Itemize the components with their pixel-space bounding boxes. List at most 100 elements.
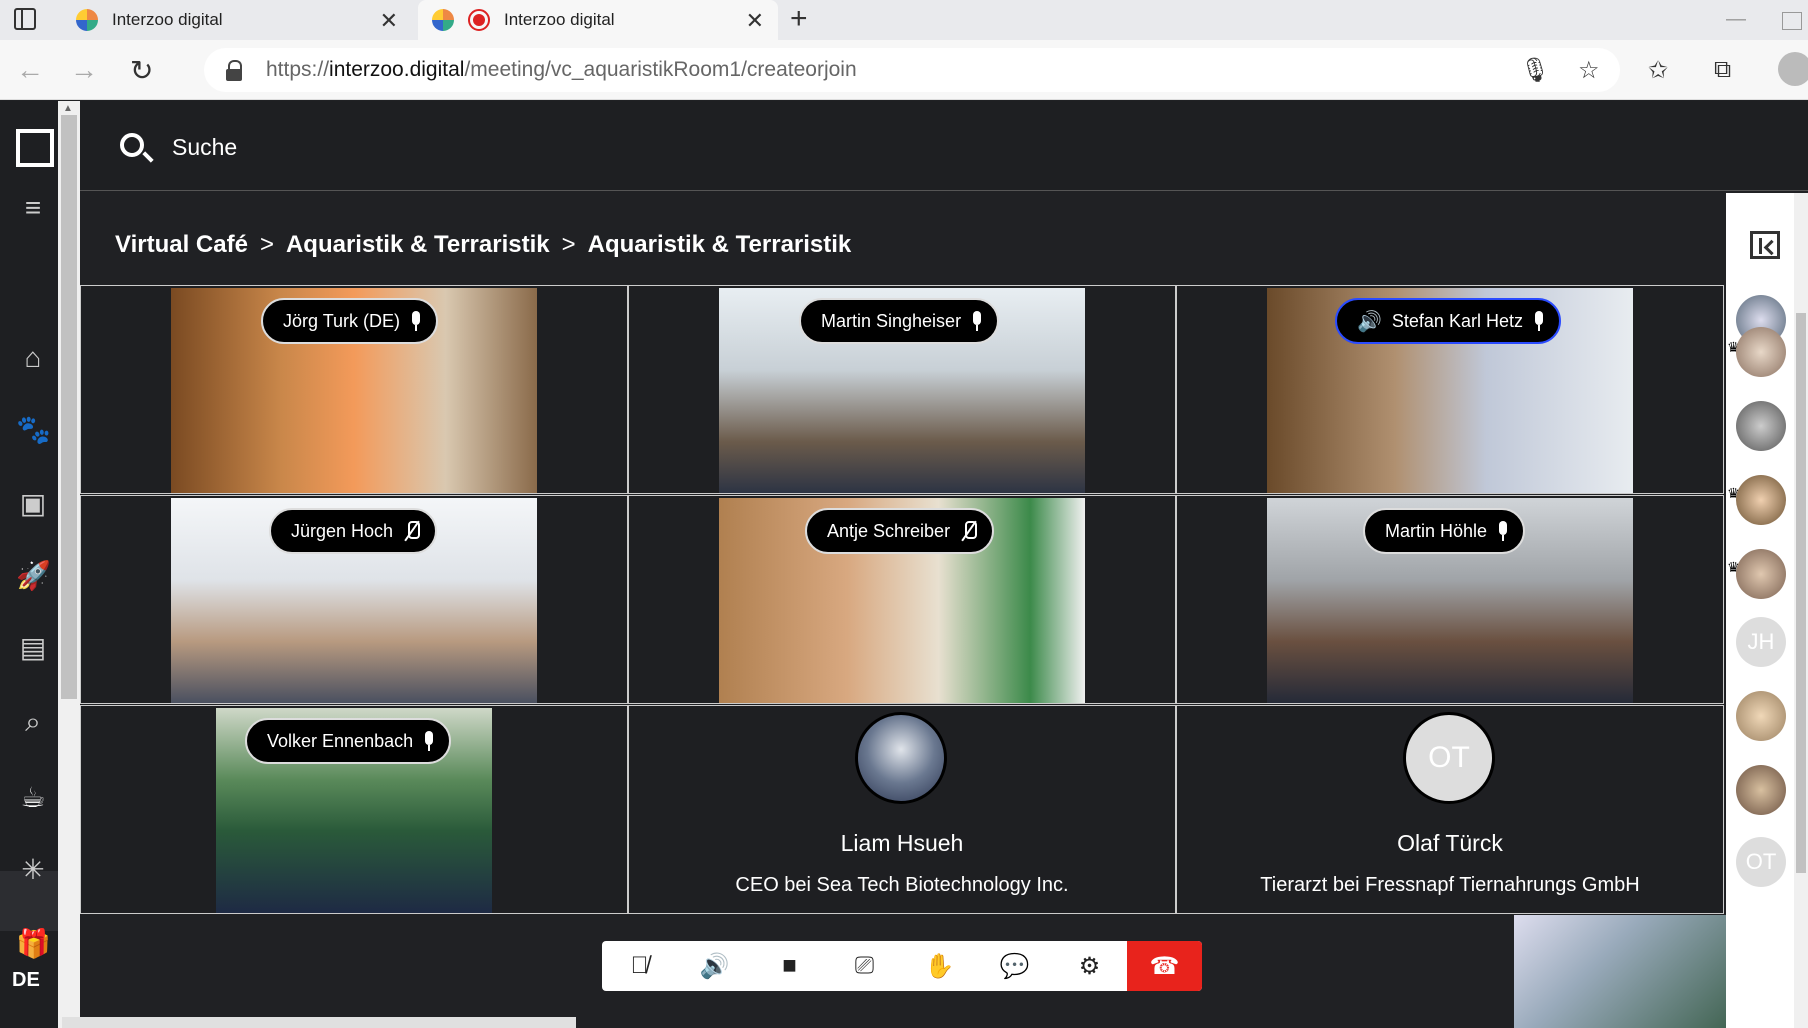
participant-avatar [855,712,947,804]
minimize-window-icon[interactable]: — [1726,8,1746,31]
scroll-thumb[interactable] [61,115,77,699]
participant-name: Liam Hsueh [840,830,964,856]
network-icon[interactable]: ✳ [16,853,50,887]
left-navigation-rail: ≡ ⌂ 🐾 ▣ 🚀 ▤ ⌕ ☕ ✳ 🎁 DE [0,101,58,1028]
microphone-icon [423,731,435,751]
language-switch[interactable]: DE [12,969,40,992]
self-view-video[interactable] [1514,915,1726,1028]
bottom-scrollbar[interactable] [62,1017,576,1028]
search-label[interactable]: Suche [172,134,237,161]
participants-panel: ♛ ♛ ♛ JH OT [1726,193,1808,1028]
camera-icon[interactable]: ■ [752,941,827,991]
participant-name: Volker Ennenbach [267,730,414,751]
microphone-icon [1533,311,1545,331]
participant-name-badge: Volker Ennenbach [245,718,452,764]
back-icon[interactable]: ← [16,54,44,86]
left-scrollbar[interactable]: ▲ [58,101,80,1028]
participant-tile[interactable]: Jörg Turk (DE) [80,285,628,494]
participant-list-avatar[interactable] [1736,549,1786,599]
browser-tab-bar: Interzoo digital ✕ Interzoo digital ✕ + … [0,0,1808,40]
coffee-cup-icon[interactable]: ☕ [16,781,50,815]
home-icon[interactable]: ⌂ [16,341,50,375]
rocket-icon[interactable]: 🚀 [16,559,51,593]
participant-name: Antje Schreiber [827,520,951,541]
scroll-up-icon[interactable]: ▲ [63,103,73,114]
new-tab-icon[interactable]: + [790,2,808,36]
breadcrumb: Virtual Café > Aquaristik & Terraristik … [115,231,851,259]
browser-tab-1[interactable]: Interzoo digital ✕ [62,0,412,40]
speaker-icon[interactable]: 🔊 [677,941,752,991]
participant-tile[interactable]: OT Olaf Türck Tierarzt bei Fressnapf Tie… [1176,705,1724,914]
participant-tile[interactable]: Martin Höhle [1176,495,1724,704]
url-field[interactable]: https://interzoo.digital/meeting/vc_aqua… [204,48,1620,92]
tab-sidebar-icon[interactable] [14,8,36,30]
participant-list-avatar[interactable] [1736,401,1786,451]
tab-label: Interzoo digital [504,10,615,29]
paw-icon[interactable]: 🐾 [16,413,51,447]
app-logo-icon[interactable] [16,129,54,167]
magnifier-icon[interactable]: ⌕ [16,705,50,739]
participant-name: Jürgen Hoch [291,520,394,541]
participant-tile[interactable]: 🔊 Stefan Karl Hetz [1176,285,1724,494]
menu-icon[interactable]: ≡ [16,191,50,225]
breadcrumb-item[interactable]: Aquaristik & Terraristik [588,231,852,259]
url-path: /meeting/vc_aquaristikRoom1/createorjoin [464,58,857,81]
participant-tile[interactable]: Jürgen Hoch [80,495,628,704]
participant-name: Stefan Karl Hetz [1391,310,1523,331]
breadcrumb-separator: > [561,231,576,258]
close-tab-icon[interactable]: ✕ [380,8,398,34]
participant-tile[interactable]: Martin Singheiser [628,285,1176,494]
favorites-icon[interactable]: ✩ [1648,56,1668,85]
mic-muted-icon[interactable]: 🎙̸ [602,941,677,991]
scroll-thumb[interactable] [1796,313,1806,873]
collapse-panel-icon[interactable] [1750,231,1780,259]
profile-avatar[interactable] [1778,52,1808,86]
participant-title: CEO bei Sea Tech Biotechnology Inc. [735,874,1069,896]
participant-name-badge: Martin Höhle [1363,508,1526,554]
end-call-icon[interactable]: ☎ [1127,941,1202,991]
participant-name-badge: Jürgen Hoch [269,508,438,554]
participant-list-avatar[interactable]: JH [1736,617,1786,667]
microphone-muted-icon [403,521,421,541]
search-icon[interactable] [120,133,144,157]
participant-tile[interactable]: Volker Ennenbach [80,705,628,914]
panel-scrollbar[interactable] [1794,193,1808,1028]
participant-list-avatar[interactable] [1736,691,1786,741]
screen-share-icon[interactable]: ⎚ [827,941,902,991]
microphone-icon [971,311,983,331]
add-favorite-icon[interactable]: ☆ [1578,56,1600,85]
forward-icon[interactable]: → [70,54,98,86]
participant-list-avatar[interactable] [1736,327,1786,377]
participant-name: Martin Höhle [1385,520,1488,541]
microphone-icon[interactable]: 🎙 [1520,56,1550,85]
microphone-icon [410,311,422,331]
recording-icon [468,9,490,31]
microphone-icon [1497,521,1509,541]
gift-icon[interactable]: 🎁 [16,927,51,961]
breadcrumb-item[interactable]: Virtual Café [115,231,248,259]
participant-list-avatar[interactable] [1736,475,1786,525]
participant-name: Jörg Turk (DE) [283,310,401,331]
chat-icon[interactable]: 💬 [977,941,1052,991]
interzoo-favicon-icon [76,9,98,31]
settings-icon[interactable]: ⚙ [1052,941,1127,991]
presentation-icon[interactable]: ▣ [16,487,50,521]
participant-name-badge: Antje Schreiber [805,508,995,554]
participant-tile[interactable]: Liam Hsueh CEO bei Sea Tech Biotechnolog… [628,705,1176,914]
meeting-app: ≡ ⌂ 🐾 ▣ 🚀 ▤ ⌕ ☕ ✳ 🎁 DE ▲ Suche Virtual C… [0,101,1808,1028]
browser-tab-2[interactable]: Interzoo digital ✕ [418,0,778,40]
top-search-bar: Suche [80,101,1808,191]
participant-list-avatar[interactable]: OT [1736,837,1786,887]
raise-hand-icon[interactable]: ✋ [902,941,977,991]
breadcrumb-item[interactable]: Aquaristik & Terraristik [286,231,550,259]
close-tab-icon[interactable]: ✕ [746,8,764,34]
collections-icon[interactable]: ⧉ [1714,56,1731,84]
maximize-window-icon[interactable] [1782,12,1802,30]
participant-list-avatar[interactable] [1736,765,1786,815]
reload-icon[interactable]: ↻ [130,54,153,87]
call-controls: 🎙̸ 🔊 ■ ⎚ ✋ 💬 ⚙ ☎ [602,941,1202,991]
video-screen-icon[interactable]: ▤ [16,631,50,665]
interzoo-favicon-icon [432,9,454,31]
participant-tile[interactable]: Antje Schreiber [628,495,1176,704]
url-prefix: https:// [266,58,330,81]
